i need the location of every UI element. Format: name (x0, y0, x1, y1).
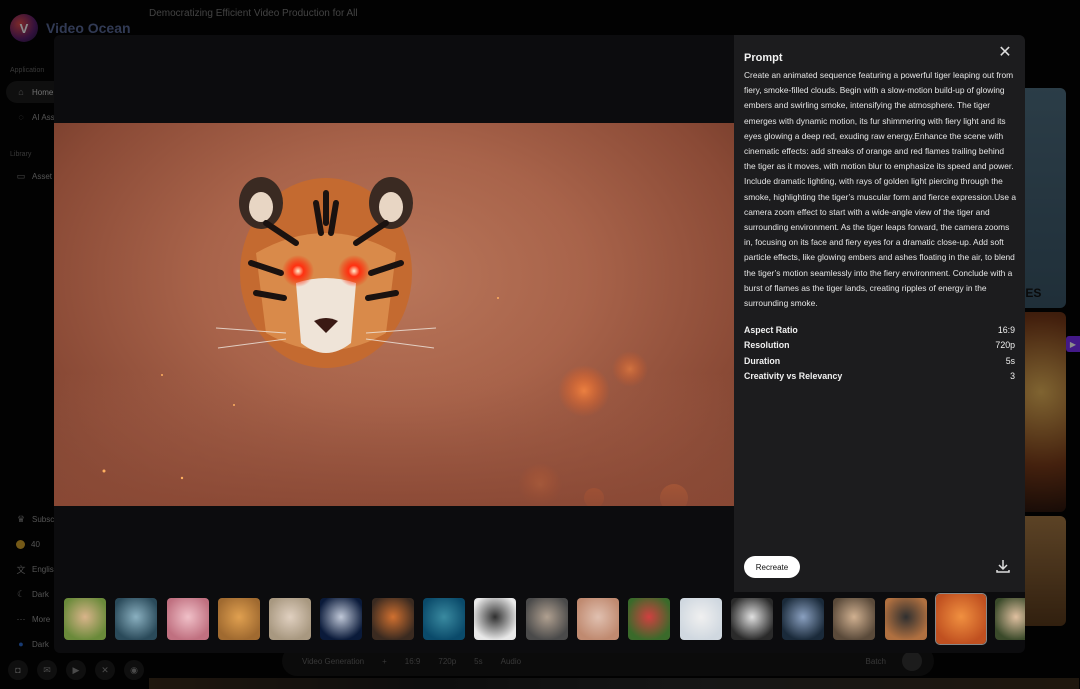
param-value: 3 (1010, 370, 1015, 381)
download-icon[interactable] (995, 558, 1011, 574)
thumbnail-rabbit[interactable] (269, 598, 312, 640)
param-row: Resolution 720p (744, 338, 1015, 353)
app-root: V Video Ocean Democratizing Efficient Vi… (0, 0, 1080, 689)
param-value: 16:9 (997, 325, 1015, 336)
params-list: Aspect Ratio 16:9 Resolution 720p Duration… (744, 323, 1015, 384)
param-row: Creativity vs Relevancy 3 (744, 369, 1015, 384)
thumbnail-underwater-ship[interactable] (423, 598, 466, 640)
thumbnail-girl-flowers[interactable] (995, 598, 1025, 640)
thumbnail-man-portrait[interactable] (525, 598, 568, 640)
tiger (215, 177, 437, 368)
thumbnail-cat-reading[interactable] (217, 598, 260, 640)
param-label: Aspect Ratio (744, 325, 798, 336)
prompt-text: Create an animated sequence featuring a … (744, 70, 1017, 309)
thumbnail-woman-in-field[interactable] (64, 598, 106, 640)
thumbnail-tiger-fire[interactable] (935, 593, 988, 645)
prompt-panel: ✕ Prompt Create an animated sequence fea… (734, 35, 1025, 592)
prompt-title: Prompt (744, 52, 783, 64)
param-row: Aspect Ratio 16:9 (744, 323, 1015, 338)
thumbnail-car[interactable] (884, 598, 927, 640)
thumbnail-woman-anime[interactable] (576, 598, 619, 640)
recreate-button[interactable]: Recreate (744, 556, 800, 578)
thumbnail-cat-fire[interactable] (371, 598, 414, 640)
thumbnail-goggles-portrait[interactable] (115, 598, 158, 640)
thumbnail-cat-sitting[interactable] (833, 598, 876, 640)
param-label: Duration (744, 355, 781, 366)
thumbnail-bubblegum-girl[interactable] (166, 598, 209, 640)
close-icon[interactable]: ✕ (997, 45, 1013, 61)
thumbnail-anime-girl-dark[interactable] (782, 598, 825, 640)
thumbnail-watermelon[interactable] (628, 598, 671, 640)
thumbnail-astronaut-moon[interactable] (320, 598, 363, 640)
thumbnail-white-hair-girl[interactable] (679, 598, 722, 640)
thumbnail-penguin[interactable] (474, 598, 517, 640)
param-value: 720p (995, 340, 1015, 351)
param-label: Creativity vs Relevancy (744, 370, 843, 381)
video-detail-modal: ✕ Prompt Create an animated sequence fea… (54, 35, 1025, 653)
thumbnail-panda[interactable] (730, 598, 773, 640)
tiger-video-frame (54, 177, 734, 506)
video-player[interactable] (54, 123, 734, 506)
param-value: 5s (1005, 355, 1015, 366)
thumbnail-strip (64, 593, 1025, 645)
param-row: Duration 5s (744, 354, 1015, 369)
param-label: Resolution (744, 340, 790, 351)
